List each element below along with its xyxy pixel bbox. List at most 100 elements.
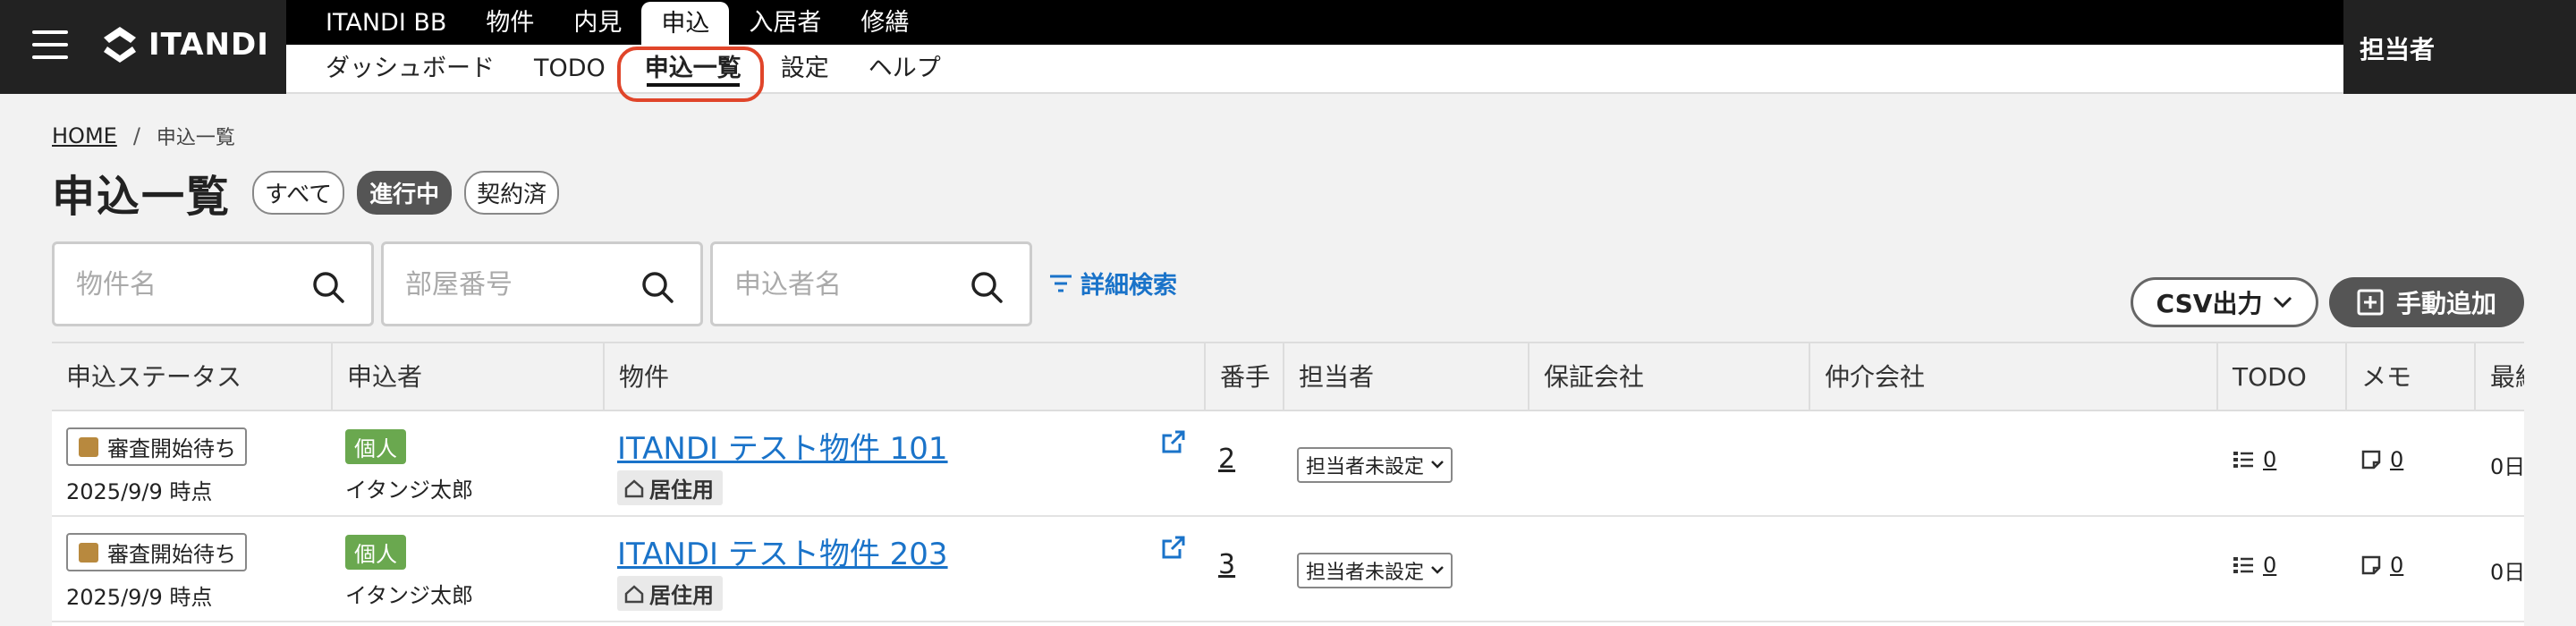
nav-sub-item[interactable]: 設定 <box>761 44 849 93</box>
use-type-text: 居住用 <box>649 478 714 503</box>
applicant-type-badge: 個人 <box>345 535 406 570</box>
csv-export-button[interactable]: CSV出力 <box>2131 277 2318 327</box>
column-header[interactable]: 申込者 <box>331 343 603 411</box>
column-header[interactable]: 最終 <box>2474 343 2524 411</box>
applicant-name: イタンジ太郎 <box>345 583 474 608</box>
checklist-icon <box>2233 452 2253 468</box>
brand-logo[interactable]: ITANDI <box>100 25 269 64</box>
property-search-input[interactable] <box>76 266 309 302</box>
assignee-select[interactable]: 担当者未設定 <box>1297 553 1453 588</box>
nav-top-item[interactable]: 入居者 <box>729 0 841 45</box>
todo-link[interactable]: 0 <box>2233 553 2276 578</box>
memo-link[interactable]: 0 <box>2361 447 2403 472</box>
column-header[interactable]: 保証会社 <box>1528 343 1809 411</box>
use-type-badge: 居住用 <box>617 470 723 505</box>
search-icon[interactable] <box>640 269 675 305</box>
memo-count: 0 <box>2390 553 2404 578</box>
manual-add-label: 手動追加 <box>2395 289 2496 318</box>
status-date: 2025/9/9 時点 <box>66 585 213 610</box>
breadcrumb-home-link[interactable]: HOME <box>52 123 117 148</box>
user-label: 担当者 <box>2360 35 2436 64</box>
column-header[interactable]: 申込ステータス <box>52 343 331 411</box>
property-cell: ITANDI テスト物件 101 居住用 <box>603 411 1204 515</box>
applications-table: 申込ステータス 申込者 物件 番手 担当者 保証会社 仲介会社 TODO メモ … <box>52 342 2524 626</box>
status-text: 審査開始待ち <box>107 436 236 461</box>
nav-top-item[interactable]: 内見 <box>554 0 641 45</box>
status-badge: 審査開始待ち <box>66 533 247 571</box>
column-header[interactable]: TODO <box>2216 343 2345 411</box>
column-header[interactable]: 番手 <box>1204 343 1283 411</box>
status-color-icon <box>79 542 98 563</box>
external-link-icon[interactable] <box>1161 429 1186 454</box>
external-link-icon[interactable] <box>1161 535 1186 560</box>
filter-chip-contracted[interactable]: 契約済 <box>464 170 560 215</box>
chevron-down-icon <box>2274 296 2292 309</box>
applicant-type-badge: 個人 <box>345 429 406 464</box>
status-cell: 審査開始待ち 2025/9/9 時点 <box>52 517 331 621</box>
column-header[interactable]: メモ <box>2345 343 2474 411</box>
column-header[interactable]: 担当者 <box>1283 343 1528 411</box>
assignee-value: 担当者未設定 <box>1306 562 1425 584</box>
room-search-box <box>381 241 703 326</box>
column-header[interactable]: 仲介会社 <box>1809 343 2216 411</box>
property-link[interactable]: ITANDI テスト物件 203 <box>617 529 948 573</box>
last-updated: 0日 <box>2490 454 2524 479</box>
status-date: 2025/9/9 時点 <box>66 479 213 504</box>
top-bar: ITANDI ITANDI BB 物件 内見 申込 入居者 修繕 ダッシュボード TODO 申… <box>0 0 2576 102</box>
nav-sub-item[interactable]: ダッシュボード <box>306 44 514 93</box>
nav-sub-item[interactable]: 申込一覧 <box>625 44 761 93</box>
search-icon[interactable] <box>310 269 346 305</box>
applicant-search-box <box>710 241 1032 326</box>
nav-top-item[interactable]: 申込 <box>641 2 730 45</box>
logo-block: ITANDI <box>0 0 286 94</box>
applicant-cell: 個人 イタンジ太郎 <box>331 517 603 621</box>
hamburger-menu-icon[interactable] <box>32 27 68 63</box>
nav-sub-item[interactable]: ヘルプ <box>849 44 961 93</box>
todo-cell: 0 <box>2216 517 2345 621</box>
house-icon <box>624 478 644 497</box>
filter-chip-in-progress[interactable]: 進行中 <box>357 170 453 215</box>
assignee-select[interactable]: 担当者未設定 <box>1297 447 1453 483</box>
memo-cell: 0 <box>2345 517 2474 621</box>
applicant-search-input[interactable] <box>734 266 967 302</box>
rank-link[interactable]: 3 <box>1218 549 1235 580</box>
main-nav: ITANDI BB 物件 内見 申込 入居者 修繕 ダッシュボード TODO 申込一覧 設定 ヘル… <box>286 0 2343 94</box>
todo-cell: 0 <box>2216 411 2345 515</box>
title-row: 申込一覧 すべて 進行中 契約済 <box>52 161 560 224</box>
advanced-search-link[interactable]: 詳細検索 <box>1048 266 1177 300</box>
breadcrumb-current: 申込一覧 <box>156 127 235 149</box>
brand-name: ITANDI <box>148 27 269 63</box>
todo-count: 0 <box>2263 447 2277 472</box>
todo-link[interactable]: 0 <box>2233 447 2276 472</box>
table-row[interactable]: 審査開始待ち 2025/9/9 時点 個人 イタンジ太郎 ITANDI テスト物… <box>52 517 2524 622</box>
memo-cell: 0 <box>2345 411 2474 515</box>
applicant-cell: 個人 イタンジ太郎 <box>331 411 603 515</box>
nav-top-item[interactable]: ITANDI BB <box>306 0 466 45</box>
note-icon <box>2361 555 2381 575</box>
filter-chip-all[interactable]: すべて <box>252 170 345 215</box>
manual-add-button[interactable]: 手動追加 <box>2329 277 2524 327</box>
rank-cell: 3 <box>1204 517 1283 621</box>
table-row[interactable]: 審査開始待ち 2025/9/9 時点 個人 イタンジ太郎 ITANDI テスト物… <box>52 411 2524 517</box>
memo-count: 0 <box>2390 447 2404 472</box>
column-header[interactable]: 物件 <box>603 343 1204 411</box>
guarantor-cell <box>1528 411 1809 515</box>
search-icon[interactable] <box>969 269 1004 305</box>
use-type-text: 居住用 <box>649 583 714 608</box>
rank-link[interactable]: 2 <box>1218 444 1235 475</box>
nav-sub-item[interactable]: TODO <box>514 44 625 93</box>
chevron-down-icon <box>1431 461 1444 469</box>
page-title: 申込一覧 <box>52 172 232 222</box>
assignee-cell: 担当者未設定 <box>1283 517 1528 621</box>
room-search-input[interactable] <box>405 266 638 302</box>
rank-cell: 2 <box>1204 411 1283 515</box>
memo-link[interactable]: 0 <box>2361 553 2403 578</box>
status-color-icon <box>79 436 98 457</box>
nav-top-item[interactable]: 物件 <box>466 0 554 45</box>
property-link[interactable]: ITANDI テスト物件 101 <box>617 424 948 468</box>
nav-top-item[interactable]: 修繕 <box>841 0 928 45</box>
advanced-search-label: 詳細検索 <box>1080 272 1177 300</box>
last-cell: 0日 <box>2474 517 2524 621</box>
nav-top-row: ITANDI BB 物件 内見 申込 入居者 修繕 <box>286 0 2343 45</box>
user-menu[interactable]: 担当者 <box>2343 0 2576 94</box>
